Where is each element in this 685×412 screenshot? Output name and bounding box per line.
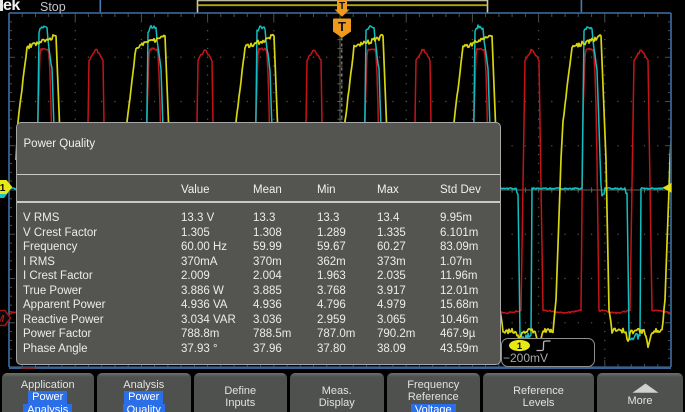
svg-text:M: M [0, 314, 5, 325]
svg-text:1: 1 [0, 182, 6, 194]
svg-text:T: T [338, 19, 346, 34]
svg-text:T: T [339, 1, 345, 12]
